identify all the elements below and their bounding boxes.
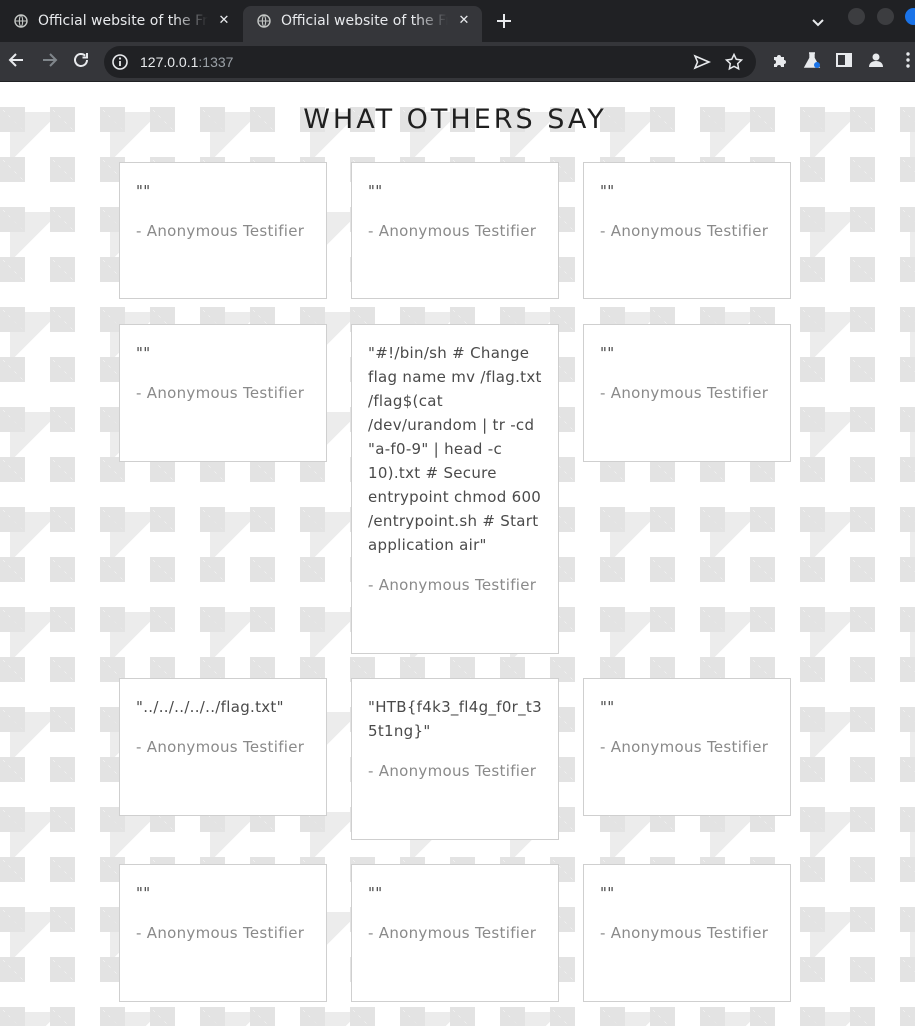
testimonial-author: - Anonymous Testifier xyxy=(600,738,769,756)
star-icon[interactable] xyxy=(724,52,744,72)
testimonial-quote: "" xyxy=(368,884,383,902)
testimonial-card: "../../../../../flag.txt" - Anonymous Te… xyxy=(119,678,327,816)
testimonial-card: "" - Anonymous Testifier xyxy=(583,864,791,1002)
testimonial-author: - Anonymous Testifier xyxy=(136,222,305,240)
tab-strip: Official website of the Fra ✕ Official w… xyxy=(0,0,915,42)
testimonial-author: - Anonymous Testifier xyxy=(368,924,537,942)
testimonial-author: - Anonymous Testifier xyxy=(368,222,537,240)
tab-title: Official website of the Fra xyxy=(38,13,208,29)
testimonial-card: "" - Anonymous Testifier xyxy=(119,324,327,462)
tab-1[interactable]: Official website of the Fra ✕ xyxy=(0,6,242,42)
plus-icon[interactable] xyxy=(494,11,514,31)
window-minimize-button[interactable] xyxy=(848,8,865,25)
flask-icon[interactable] xyxy=(802,50,822,70)
testimonial-quote: "" xyxy=(136,344,151,362)
window-maximize-button[interactable] xyxy=(877,8,894,25)
forward-arrow-icon[interactable] xyxy=(39,50,59,70)
info-icon[interactable] xyxy=(111,53,129,71)
kebab-menu-icon[interactable] xyxy=(898,50,915,70)
testimonial-author: - Anonymous Testifier xyxy=(600,924,769,942)
browser-toolbar: 127.0.0.1:1337 xyxy=(0,42,915,82)
profile-icon[interactable] xyxy=(866,50,886,70)
globe-icon xyxy=(257,14,271,28)
close-icon[interactable]: ✕ xyxy=(216,13,232,29)
testimonial-card: "#!/bin/sh # Change flag name mv /flag.t… xyxy=(351,324,559,654)
side-panel-icon[interactable] xyxy=(834,50,854,70)
testimonial-author: - Anonymous Testifier xyxy=(136,738,305,756)
testimonial-quote: "" xyxy=(600,182,615,200)
puzzle-icon[interactable] xyxy=(770,50,790,70)
testimonial-quote: "" xyxy=(600,344,615,362)
globe-icon xyxy=(14,14,28,28)
url-text: 127.0.0.1:1337 xyxy=(140,46,233,78)
testimonial-quote: "" xyxy=(600,698,615,716)
testimonial-author: - Anonymous Testifier xyxy=(136,384,305,402)
send-icon[interactable] xyxy=(692,52,712,72)
testimonial-quote: "" xyxy=(368,182,383,200)
page-content: WHAT OTHERS SAY "" - Anonymous Testifier… xyxy=(0,82,915,1026)
testimonial-author: - Anonymous Testifier xyxy=(600,222,769,240)
testimonial-card: "" - Anonymous Testifier xyxy=(583,162,791,299)
address-bar[interactable]: 127.0.0.1:1337 xyxy=(104,46,756,78)
testimonial-quote: "" xyxy=(136,182,151,200)
testimonial-card: "" - Anonymous Testifier xyxy=(351,162,559,299)
testimonial-card: "" - Anonymous Testifier xyxy=(583,678,791,816)
testimonial-card: "HTB{f4k3_fl4g_f0r_t35t1ng}" - Anonymous… xyxy=(351,678,559,840)
reload-icon[interactable] xyxy=(71,50,91,70)
testimonial-card: "" - Anonymous Testifier xyxy=(583,324,791,462)
url-port: :1337 xyxy=(198,54,234,70)
testimonial-author: - Anonymous Testifier xyxy=(368,576,537,594)
chevron-down-icon[interactable] xyxy=(808,12,828,32)
window-close-button[interactable] xyxy=(905,8,915,25)
testimonial-author: - Anonymous Testifier xyxy=(600,384,769,402)
tab-title: Official website of the Fra xyxy=(281,13,448,29)
testimonial-quote: "HTB{f4k3_fl4g_f0r_t35t1ng}" xyxy=(368,698,542,740)
close-icon[interactable]: ✕ xyxy=(456,13,472,29)
testimonial-quote: "" xyxy=(600,884,615,902)
tab-2[interactable]: Official website of the Fra ✕ xyxy=(243,6,482,42)
testimonial-quote: "#!/bin/sh # Change flag name mv /flag.t… xyxy=(368,344,542,554)
testimonial-card: "" - Anonymous Testifier xyxy=(351,864,559,1002)
testimonial-card: "" - Anonymous Testifier xyxy=(119,864,327,1002)
url-host: 127.0.0.1 xyxy=(140,54,199,70)
testimonial-quote: "../../../../../flag.txt" xyxy=(136,698,284,716)
testimonial-author: - Anonymous Testifier xyxy=(368,762,537,780)
testimonial-quote: "" xyxy=(136,884,151,902)
back-arrow-icon[interactable] xyxy=(7,50,27,70)
testimonial-author: - Anonymous Testifier xyxy=(136,924,305,942)
section-title: WHAT OTHERS SAY xyxy=(303,104,607,135)
testimonial-card: "" - Anonymous Testifier xyxy=(119,162,327,299)
